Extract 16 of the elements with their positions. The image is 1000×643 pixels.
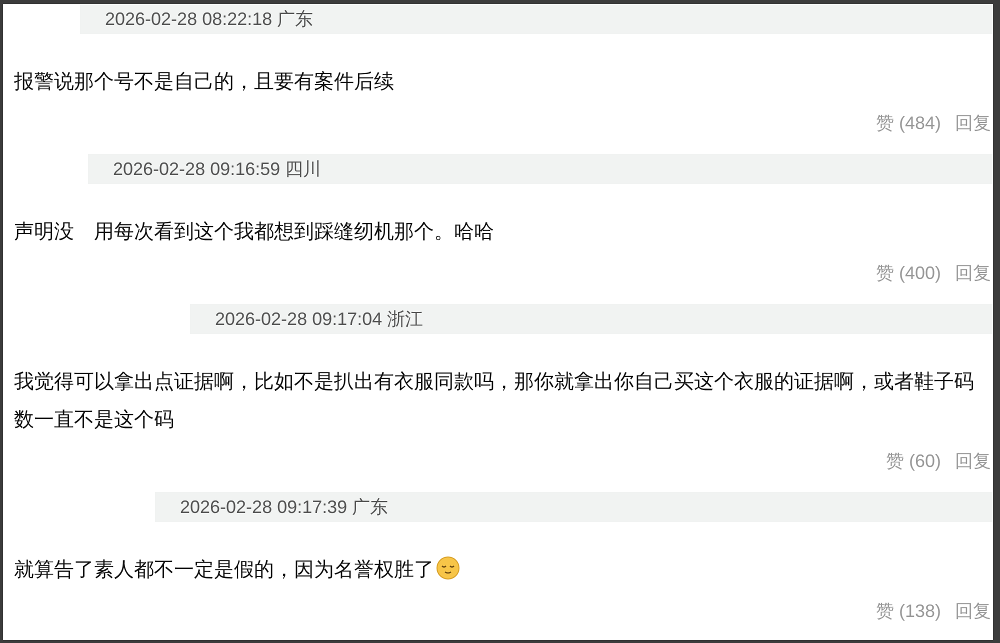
like-link[interactable]: 赞 (400) xyxy=(876,261,941,285)
comment-text: 声明没 用每次看到这个我都想到踩缝纫机那个。哈哈 xyxy=(13,218,495,245)
comment-timestamp: 2026-02-28 09:17:39 广东 xyxy=(180,496,388,519)
comment-text: 报警说那个号不是自己的，且要有案件后续 xyxy=(13,68,395,95)
comment-text: 我觉得可以拿出点证据啊，比如不是扒出有衣服同款吗，那你就拿出你自己买这个衣服的证据啊，或者鞋子码数一直不是这个码 xyxy=(13,368,975,433)
reply-link[interactable]: 回复 xyxy=(955,599,991,623)
like-link[interactable]: 赞 (484) xyxy=(876,111,941,135)
comment-timestamp: 2026-02-28 08:22:18 广东 xyxy=(105,8,314,31)
like-link[interactable]: 赞 (138) xyxy=(876,599,941,623)
comment-timestamp: 2026-02-28 09:16:59 四川 xyxy=(113,158,322,181)
reply-link[interactable]: 回复 xyxy=(955,111,991,135)
reply-link[interactable]: 回复 xyxy=(955,261,991,285)
reply-link[interactable]: 回复 xyxy=(955,449,991,473)
comment-timestamp: 2026-02-28 09:17:04 浙江 xyxy=(215,308,424,331)
comment-text: 就算告了素人都不一定是假的，因为名誉权胜了 xyxy=(3,550,993,588)
like-link[interactable]: 赞 (60) xyxy=(886,449,941,473)
